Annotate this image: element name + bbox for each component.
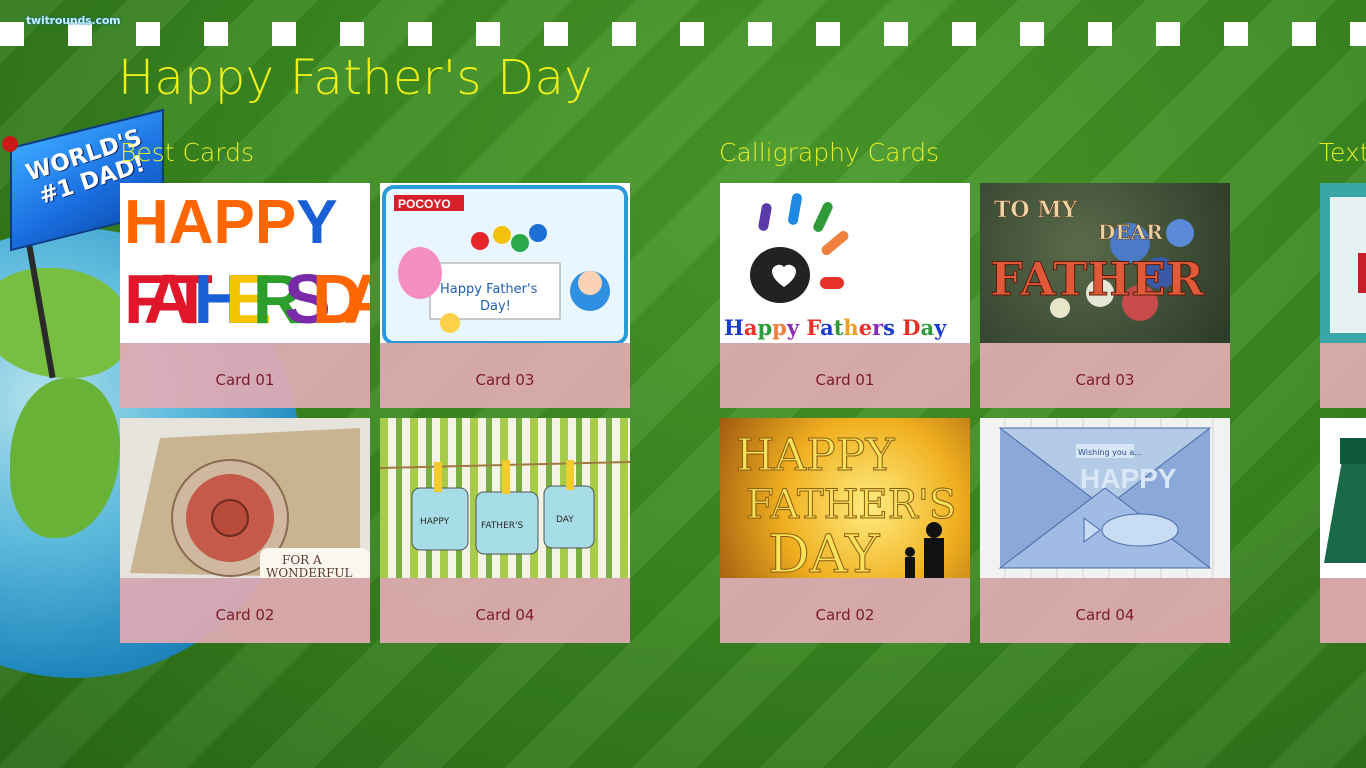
watermark-logo: twitrounds.com xyxy=(26,14,121,27)
card-thumbnail: HAPPY FATHER'S DAY xyxy=(736,430,957,578)
card-label-area: Card 01 xyxy=(720,343,970,408)
card-art-text: HAPPY xyxy=(736,430,895,481)
strip-square xyxy=(136,22,160,46)
card-art-text: DAY xyxy=(556,515,574,525)
strip-square xyxy=(1224,22,1248,46)
flag-knob xyxy=(2,136,18,152)
card-calligraphy-04[interactable]: Wishing you a... HAPPY Card 04 xyxy=(980,418,1230,643)
card-image: Wishing you a... HAPPY xyxy=(980,418,1230,578)
strip-square xyxy=(1156,22,1180,46)
card-art-text: Day! xyxy=(480,299,511,314)
card-label: Card 02 xyxy=(815,606,875,624)
card-label-area xyxy=(1320,578,1366,643)
app-root: twitrounds.com WORLD'S #1 DAD! Happy Fat… xyxy=(0,0,1366,768)
card-calligraphy-02[interactable]: HAPPY FATHER'S DAY Card 02 xyxy=(720,418,970,643)
card-label-area: Card 04 xyxy=(980,578,1230,643)
card-image xyxy=(1320,183,1366,343)
strip-square xyxy=(1020,22,1044,46)
card-art-text: POCOYO xyxy=(398,197,451,211)
card-image: TO MY DEAR FATHER xyxy=(980,183,1230,343)
card-image xyxy=(1320,418,1366,578)
strip-square xyxy=(816,22,840,46)
card-texture-01[interactable] xyxy=(1320,183,1366,408)
strip-square xyxy=(612,22,636,46)
globe-land xyxy=(0,268,130,378)
strip-square xyxy=(1292,22,1316,46)
card-best-01[interactable]: HAPPY FATHERS DA Card 01 xyxy=(120,183,370,408)
group-header-calligraphy-cards[interactable]: Calligraphy Cards xyxy=(719,138,939,167)
strip-square xyxy=(680,22,704,46)
card-label-area: Card 02 xyxy=(720,578,970,643)
card-thumbnail: FOR A WONDERFUL xyxy=(130,428,370,578)
strip-square xyxy=(1350,22,1366,46)
card-best-03[interactable]: POCOYO Happy Father's Day! Card 03 xyxy=(380,183,630,408)
card-image: HAPPY FATHER'S DAY xyxy=(720,418,970,578)
card-label-area: Card 02 xyxy=(120,578,370,643)
card-texture-02[interactable] xyxy=(1320,418,1366,643)
card-image: POCOYO Happy Father's Day! xyxy=(380,183,630,343)
card-label-area: Card 01 xyxy=(120,343,370,408)
card-label-area xyxy=(1320,343,1366,408)
card-art-text: DAY xyxy=(768,525,880,578)
card-label-area: Card 03 xyxy=(380,343,630,408)
card-art-text: Happy Father's xyxy=(440,282,538,297)
card-art-text: DEAR xyxy=(1098,220,1163,244)
card-image: FOR A WONDERFUL xyxy=(120,418,370,578)
strip-square xyxy=(408,22,432,46)
card-label: Card 02 xyxy=(215,606,275,624)
strip-square xyxy=(476,22,500,46)
card-best-02[interactable]: FOR A WONDERFUL Card 02 xyxy=(120,418,370,643)
card-art-text: HAPPY xyxy=(420,517,450,527)
card-label: Card 04 xyxy=(1075,606,1135,624)
card-label: Card 04 xyxy=(475,606,535,624)
card-art-text: FATHER'S xyxy=(746,482,956,528)
strip-square xyxy=(952,22,976,46)
strip-square xyxy=(272,22,296,46)
card-art-text: HAPPY xyxy=(1080,463,1177,494)
strip-square xyxy=(340,22,364,46)
card-art-text: FATHER'S xyxy=(481,521,523,531)
card-art-text: FOR A xyxy=(282,553,322,567)
card-image: Happy Fathers Day xyxy=(720,183,970,343)
card-thumbnail xyxy=(1330,197,1366,333)
card-thumbnail: Happy Fathers Day xyxy=(724,193,947,340)
card-label-area: Card 03 xyxy=(980,343,1230,408)
group-header-best-cards[interactable]: Best Cards xyxy=(120,138,254,167)
card-thumbnail xyxy=(1324,438,1366,563)
card-image: HAPPY FATHER'S DAY xyxy=(380,418,630,578)
card-thumbnail: POCOYO Happy Father's Day! xyxy=(382,185,628,343)
card-thumbnail: HAPPY FATHER'S DAY xyxy=(380,460,630,555)
card-calligraphy-03[interactable]: TO MY DEAR FATHER Card 03 xyxy=(980,183,1230,408)
card-thumbnail: HAPPY FATHERS DA xyxy=(124,188,370,338)
card-best-04[interactable]: HAPPY FATHER'S DAY Card 04 xyxy=(380,418,630,643)
strip-square xyxy=(884,22,908,46)
card-thumbnail: TO MY DEAR FATHER xyxy=(990,197,1205,321)
card-art-text: WONDERFUL xyxy=(266,566,353,578)
card-art-text: TO MY xyxy=(994,197,1078,223)
page-title: Happy Father's Day xyxy=(118,50,593,106)
card-art-text: HAPPY xyxy=(124,188,338,257)
card-calligraphy-01[interactable]: Happy Fathers Day Card 01 xyxy=(720,183,970,408)
card-label: Card 01 xyxy=(215,371,275,389)
card-label: Card 01 xyxy=(815,371,875,389)
card-art-text: Happy Fathers Day xyxy=(724,315,947,340)
card-art-text: FATHER xyxy=(990,252,1205,306)
strip-square xyxy=(1088,22,1112,46)
card-image: HAPPY FATHERS DA xyxy=(120,183,370,343)
strip-square xyxy=(204,22,228,46)
group-header-textures[interactable]: Textu xyxy=(1319,138,1366,167)
card-label: Card 03 xyxy=(1075,371,1135,389)
strip-square xyxy=(544,22,568,46)
card-art-text: FATHERS DA xyxy=(124,260,370,338)
card-thumbnail: Wishing you a... HAPPY xyxy=(998,427,1212,569)
card-label: Card 03 xyxy=(475,371,535,389)
card-label-area: Card 04 xyxy=(380,578,630,643)
globe-land xyxy=(10,378,120,538)
card-art-text: Wishing you a... xyxy=(1078,448,1142,457)
strip-square xyxy=(0,22,24,46)
strip-square xyxy=(748,22,772,46)
